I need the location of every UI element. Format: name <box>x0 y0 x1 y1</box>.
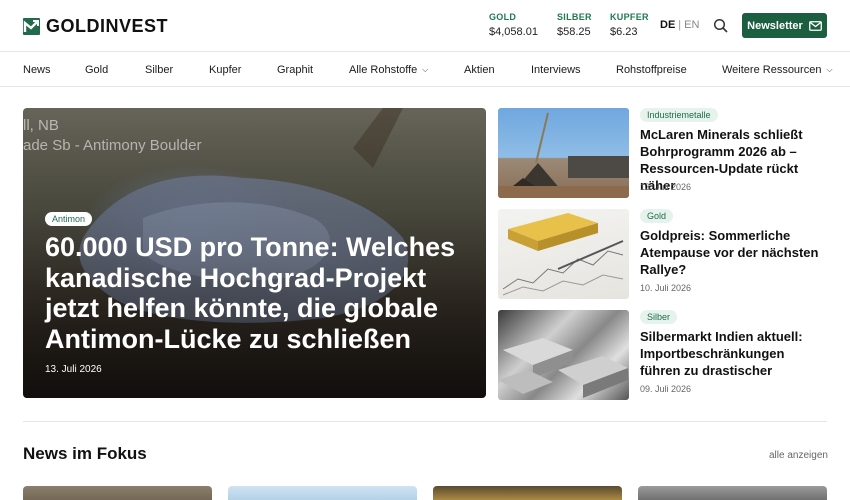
logo-icon <box>23 18 40 35</box>
focus-card-1-image[interactable] <box>23 486 212 500</box>
chevron-down-icon: ⌵ <box>826 65 833 74</box>
side-article-3-date: 09. Juli 2026 <box>640 384 692 394</box>
nav-item-alle-rohstoffe-label: Alle Rohstoffe <box>349 64 418 76</box>
logo-text: GOLDINVEST <box>46 16 169 36</box>
nav-item-aktien[interactable]: Aktien <box>464 64 495 76</box>
nav-item-news[interactable]: News <box>23 64 51 76</box>
mail-icon <box>808 20 822 31</box>
price-gold-value: $4,058.01 <box>489 26 538 38</box>
nav-item-weitere-ressourcen-label: Weitere Ressourcen <box>722 64 822 76</box>
lang-en[interactable]: EN <box>684 19 699 31</box>
side-article-1-date: 13. Juli 2026 <box>640 182 692 192</box>
nav-item-interviews[interactable]: Interviews <box>531 64 581 76</box>
lang-separator: | <box>678 19 682 31</box>
hero-date: 13. Juli 2026 <box>45 364 102 375</box>
side-article-2-image[interactable] <box>498 209 629 299</box>
focus-card-2-image[interactable] <box>228 486 417 500</box>
price-kupfer-label: KUPFER <box>610 12 649 22</box>
main-nav: News Gold Silber Kupfer Graphit Alle Roh… <box>0 52 850 87</box>
section-title-news-im-fokus: News im Fokus <box>23 444 147 463</box>
hero-article[interactable]: ll, NB ade Sb - Antimony Boulder Antimon… <box>23 108 486 398</box>
nav-item-weitere-ressourcen[interactable]: Weitere Ressourcen ⌵ <box>722 64 833 76</box>
focus-card-3-image[interactable] <box>433 486 622 500</box>
price-gold-label: GOLD <box>489 12 517 22</box>
side-article-2-title[interactable]: Goldpreis: Sommerliche Atempause vor der… <box>640 227 828 278</box>
focus-card-4-image[interactable] <box>638 486 827 500</box>
side-article-1-image[interactable] <box>498 108 629 198</box>
side-article-2-date: 10. Juli 2026 <box>640 283 692 293</box>
nav-item-alle-rohstoffe[interactable]: Alle Rohstoffe ⌵ <box>349 64 428 76</box>
price-kupfer-value: $6.23 <box>610 26 638 38</box>
lang-de[interactable]: DE <box>660 19 675 31</box>
newsletter-button[interactable]: Newsletter <box>742 13 827 38</box>
site-header: GOLDINVEST GOLD $4,058.01 SILBER $58.25 … <box>0 0 850 52</box>
section-divider <box>23 421 827 422</box>
side-article-3-tag[interactable]: Silber <box>640 310 678 324</box>
side-article-3-title[interactable]: Silbermarkt Indien aktuell: Importbeschr… <box>640 328 828 379</box>
language-switcher: DE | EN <box>660 19 699 31</box>
nav-item-kupfer[interactable]: Kupfer <box>209 64 241 76</box>
side-article-2-tag[interactable]: Gold <box>640 209 674 223</box>
newsletter-label: Newsletter <box>747 19 803 32</box>
price-silber[interactable]: SILBER $58.25 <box>557 12 592 38</box>
hero-tag[interactable]: Antimon <box>45 212 93 226</box>
chevron-down-icon: ⌵ <box>422 65 429 74</box>
side-article-1-tag[interactable]: Industriemetalle <box>640 108 718 122</box>
price-gold[interactable]: GOLD $4,058.01 <box>489 12 538 38</box>
nav-item-rohstoffpreise[interactable]: Rohstoffpreise <box>616 64 687 76</box>
hero-image-caption-line1: ll, NB <box>23 117 59 134</box>
nav-item-silber[interactable]: Silber <box>145 64 173 76</box>
hero-image-caption-line2: ade Sb - Antimony Boulder <box>23 137 202 154</box>
logo[interactable]: GOLDINVEST <box>23 16 168 37</box>
side-article-2[interactable]: Gold Goldpreis: Sommerliche Atempause vo… <box>498 209 828 301</box>
price-silber-label: SILBER <box>557 12 592 22</box>
nav-item-graphit[interactable]: Graphit <box>277 64 313 76</box>
price-kupfer[interactable]: KUPFER $6.23 <box>610 12 649 38</box>
nav-item-gold[interactable]: Gold <box>85 64 108 76</box>
side-article-1[interactable]: Industriemetalle McLaren Minerals schlie… <box>498 108 828 200</box>
price-silber-value: $58.25 <box>557 26 591 38</box>
search-icon[interactable] <box>713 18 729 34</box>
hero-title[interactable]: 60.000 USD pro Tonne: Welches kanadische… <box>45 232 465 354</box>
side-article-3[interactable]: Silber Silbermarkt Indien aktuell: Impor… <box>498 310 828 402</box>
side-article-3-image[interactable] <box>498 310 629 400</box>
hero-image-caption: ll, NB ade Sb - Antimony Boulder <box>23 116 201 156</box>
see-all-link[interactable]: alle anzeigen <box>769 450 828 461</box>
